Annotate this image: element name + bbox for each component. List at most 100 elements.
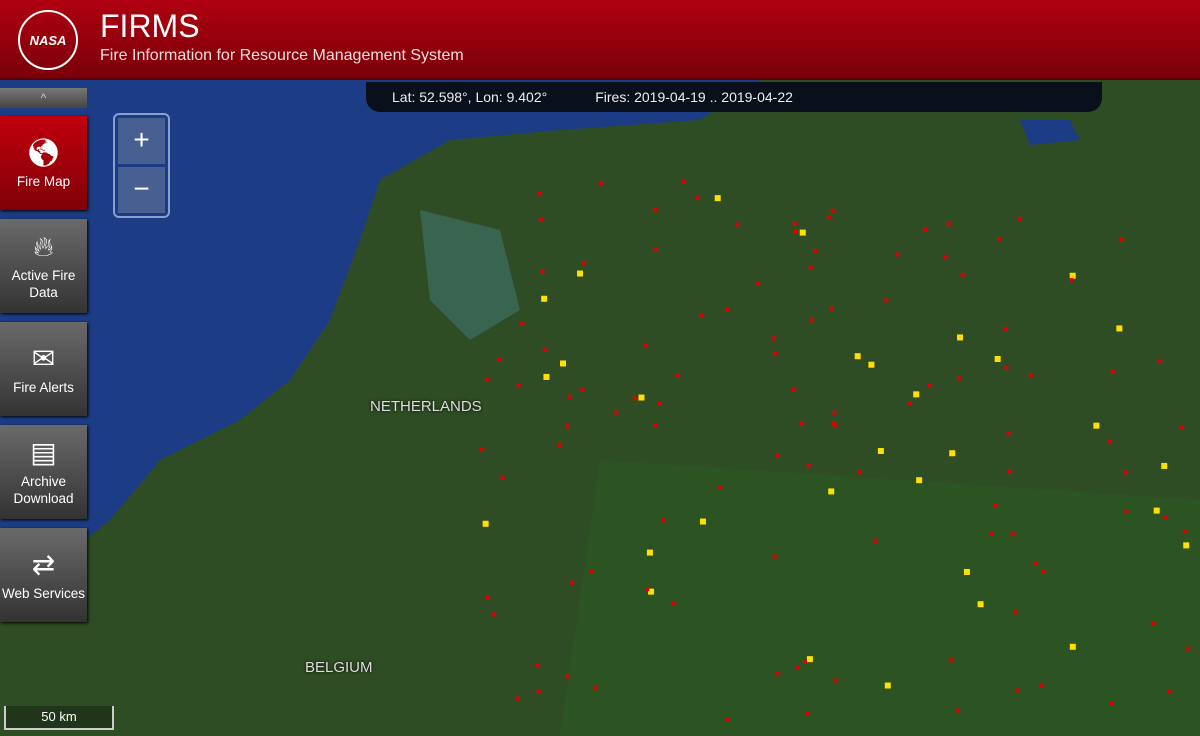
fire-point[interactable] (1015, 689, 1019, 693)
fire-point[interactable] (805, 712, 809, 716)
fire-point[interactable] (776, 672, 780, 676)
fire-point[interactable] (957, 377, 961, 381)
fire-point[interactable] (834, 679, 838, 683)
fire-point[interactable] (1008, 470, 1012, 474)
fire-point[interactable] (645, 587, 649, 591)
fire-point[interactable] (756, 281, 760, 285)
fire-map[interactable] (0, 80, 1200, 736)
fire-point[interactable] (878, 448, 884, 454)
nav-fire-map[interactable]: 🌎︎Fire Map (0, 116, 87, 210)
fire-point[interactable] (775, 454, 779, 458)
fire-point[interactable] (833, 424, 837, 428)
fire-point[interactable] (928, 384, 932, 388)
fire-point[interactable] (520, 321, 524, 325)
fire-point[interactable] (827, 215, 831, 219)
fire-point[interactable] (831, 209, 835, 213)
collapse-sidebar-button[interactable]: ^ (0, 88, 87, 108)
fire-point[interactable] (995, 356, 1001, 362)
fire-point[interactable] (944, 255, 948, 259)
nav-fire-alerts[interactable]: ✉Fire Alerts (0, 322, 87, 416)
fire-point[interactable] (486, 596, 490, 600)
fire-point[interactable] (1011, 532, 1015, 536)
fire-point[interactable] (800, 422, 804, 426)
fire-point[interactable] (1069, 278, 1073, 282)
fire-point[interactable] (638, 395, 644, 401)
fire-point[interactable] (828, 488, 834, 494)
fire-point[interactable] (735, 222, 739, 226)
fire-point[interactable] (1161, 463, 1167, 469)
fire-point[interactable] (916, 477, 922, 483)
fire-point[interactable] (700, 519, 706, 525)
fire-point[interactable] (1007, 431, 1011, 435)
fire-point[interactable] (653, 208, 657, 212)
fire-point[interactable] (557, 443, 561, 447)
fire-point[interactable] (868, 362, 874, 368)
fire-point[interactable] (961, 273, 965, 277)
fire-point[interactable] (1034, 561, 1038, 565)
fire-point[interactable] (956, 708, 960, 712)
fire-point[interactable] (896, 253, 900, 257)
fire-point[interactable] (1168, 690, 1172, 694)
fire-point[interactable] (1018, 217, 1022, 221)
fire-point[interactable] (1163, 515, 1167, 519)
fire-point[interactable] (884, 298, 888, 302)
fire-point[interactable] (1108, 439, 1112, 443)
fire-point[interactable] (560, 360, 566, 366)
fire-point[interactable] (492, 612, 496, 616)
nav-active-fire-data[interactable]: 🔥︎Active Fire Data (0, 219, 87, 313)
fire-point[interactable] (614, 411, 618, 415)
fire-point[interactable] (947, 222, 951, 226)
fire-point[interactable] (813, 249, 817, 253)
fire-point[interactable] (593, 686, 597, 690)
fire-point[interactable] (773, 555, 777, 559)
fire-point[interactable] (832, 411, 836, 415)
fire-point[interactable] (1093, 423, 1099, 429)
fire-point[interactable] (807, 656, 813, 662)
fire-point[interactable] (829, 306, 833, 310)
fire-point[interactable] (699, 313, 703, 317)
fire-point[interactable] (793, 221, 797, 225)
fire-point[interactable] (582, 261, 586, 265)
fire-point[interactable] (715, 195, 721, 201)
fire-point[interactable] (1180, 425, 1184, 429)
fire-point[interactable] (800, 230, 806, 236)
fire-point[interactable] (997, 237, 1001, 241)
fire-date-range[interactable]: Fires: 2019-04-19 .. 2019-04-22 (595, 89, 793, 105)
fire-point[interactable] (809, 266, 813, 270)
fire-point[interactable] (978, 601, 984, 607)
fire-point[interactable] (501, 475, 505, 479)
fire-point[interactable] (516, 697, 520, 701)
fire-point[interactable] (792, 387, 796, 391)
fire-point[interactable] (483, 521, 489, 527)
fire-point[interactable] (725, 307, 729, 311)
fire-point[interactable] (654, 247, 658, 251)
fire-point[interactable] (989, 532, 993, 536)
fire-point[interactable] (1110, 701, 1114, 705)
fire-point[interactable] (949, 658, 953, 662)
fire-point[interactable] (718, 486, 722, 490)
fire-point[interactable] (957, 334, 963, 340)
fire-point[interactable] (855, 353, 861, 359)
fire-point[interactable] (773, 352, 777, 356)
fire-point[interactable] (964, 569, 970, 575)
fire-point[interactable] (1152, 621, 1156, 625)
fire-point[interactable] (908, 401, 912, 405)
fire-point[interactable] (676, 374, 680, 378)
fire-point[interactable] (795, 665, 799, 669)
fire-point[interactable] (644, 343, 648, 347)
nasa-logo[interactable]: NASA (18, 10, 78, 70)
fire-point[interactable] (1039, 683, 1043, 687)
fire-point[interactable] (672, 602, 676, 606)
fire-point[interactable] (570, 581, 574, 585)
fire-point[interactable] (1070, 273, 1076, 279)
fire-point[interactable] (540, 270, 544, 274)
fire-point[interactable] (1116, 325, 1122, 331)
fire-point[interactable] (949, 450, 955, 456)
fire-point[interactable] (485, 378, 489, 382)
fire-point[interactable] (1158, 359, 1162, 363)
fire-point[interactable] (543, 348, 547, 352)
fire-point[interactable] (543, 374, 549, 380)
fire-point[interactable] (1041, 569, 1045, 573)
fire-point[interactable] (1123, 470, 1127, 474)
fire-point[interactable] (874, 539, 878, 543)
